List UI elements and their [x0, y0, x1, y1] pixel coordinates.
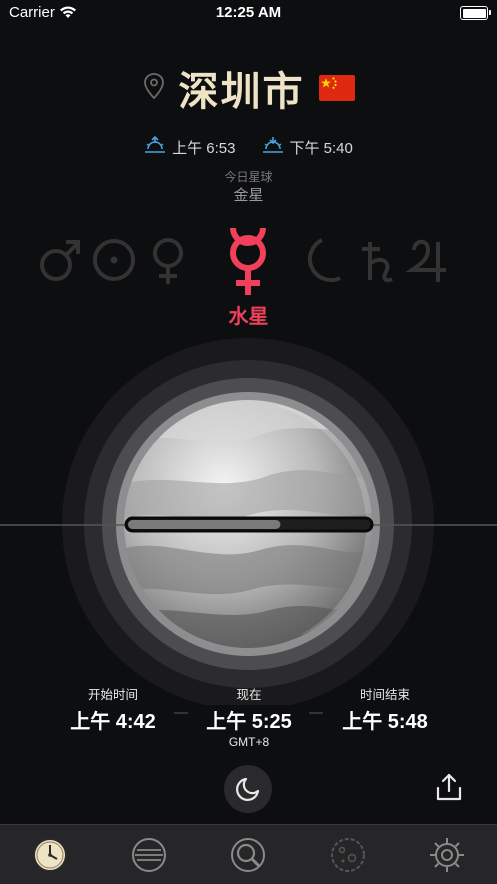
current-planet-name: 水星: [228, 304, 269, 328]
progress-fill: [128, 520, 281, 529]
end-time: 时间结束 上午 5:48: [315, 684, 455, 734]
tab-settings[interactable]: [425, 833, 469, 877]
status-bar: Carrier 12:25 AM: [0, 0, 497, 28]
moon-icon: [236, 777, 260, 801]
start-time-value: 上午 4:42: [70, 711, 156, 733]
current-time-value: 上午 5:25: [206, 711, 292, 733]
tab-clock[interactable]: [28, 833, 72, 877]
share-icon: [436, 773, 462, 801]
clock-icon: [32, 837, 67, 872]
sun-times: 上午 6:53 下午 5:40: [0, 135, 497, 158]
location-pin-icon[interactable]: [143, 72, 165, 104]
current-time: 现在 上午 5:25 GMT+8: [179, 684, 319, 749]
city-title[interactable]: 深圳市: [179, 59, 305, 117]
planet-carousel[interactable]: [0, 222, 497, 302]
time-range: 开始时间 上午 4:42 现在 上午 5:25 GMT+8 时间结束 上午 5:…: [0, 684, 497, 749]
sunrise: 上午 6:53: [144, 135, 236, 158]
sunset-icon: [262, 136, 284, 158]
tab-bar: [0, 824, 497, 884]
battery-icon: [460, 6, 491, 20]
timezone-label: GMT+8: [228, 735, 270, 749]
today-planet-label: 今日星球: [224, 170, 273, 184]
sunset: 下午 5:40: [262, 136, 353, 158]
sun-symbol-icon[interactable]: [93, 239, 135, 281]
status-time: 12:25 AM: [215, 4, 282, 21]
night-mode-button[interactable]: [224, 765, 272, 813]
sunrise-time: 上午 6:53: [172, 139, 236, 157]
start-time: 开始时间 上午 4:42: [43, 684, 183, 734]
settings-icon: [430, 837, 465, 872]
planet-dial[interactable]: [0, 335, 497, 705]
jupiter-symbol-icon[interactable]: [405, 239, 446, 282]
moon-symbol-icon[interactable]: [308, 238, 341, 282]
mercury-symbol-icon[interactable]: [230, 227, 266, 295]
current-time-label: 现在: [236, 687, 262, 702]
share-button[interactable]: [432, 770, 466, 804]
saturn-symbol-icon[interactable]: [362, 242, 393, 283]
search-icon: [231, 837, 266, 872]
end-time-value: 上午 5:48: [342, 711, 428, 733]
today-planet-value: 金星: [233, 186, 264, 204]
tab-list[interactable]: [127, 833, 171, 877]
city-header: 深圳市: [0, 60, 497, 116]
planet-icon: [330, 837, 365, 872]
mars-symbol-icon[interactable]: [40, 240, 80, 281]
sunset-time: 下午 5:40: [289, 139, 353, 157]
end-time-label: 时间结束: [359, 687, 410, 702]
start-time-label: 开始时间: [87, 687, 138, 702]
tab-planet[interactable]: [326, 833, 370, 877]
china-flag-icon: [318, 75, 355, 101]
tab-search[interactable]: [226, 833, 270, 877]
list-icon: [132, 837, 167, 872]
sunrise-icon: [144, 135, 166, 158]
venus-symbol-icon[interactable]: [153, 238, 183, 284]
